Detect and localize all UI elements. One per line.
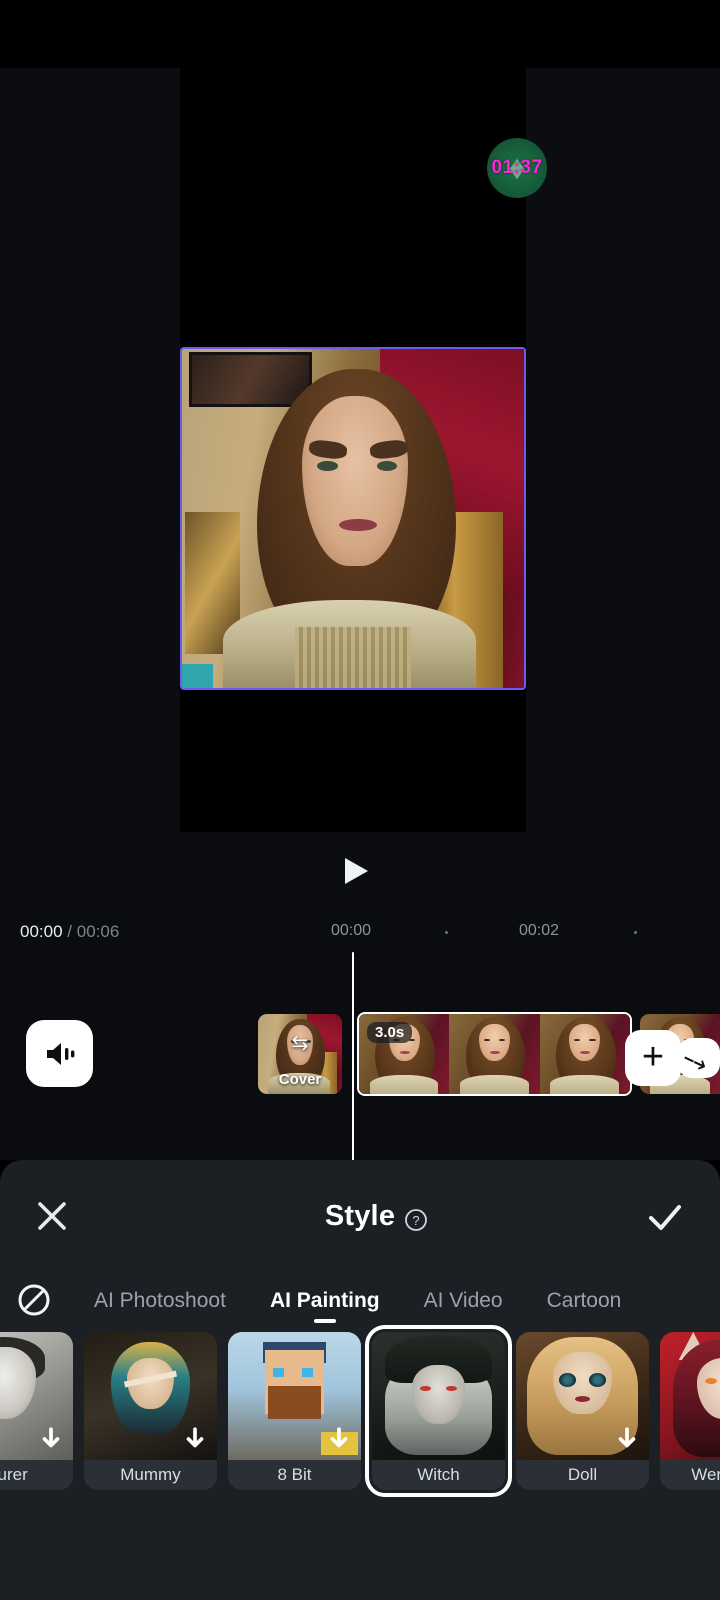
selected-clip[interactable]: 3.0s bbox=[357, 1012, 632, 1096]
style-label: Mummy bbox=[84, 1460, 217, 1490]
download-icon[interactable] bbox=[326, 1426, 352, 1452]
tab-ai-video[interactable]: AI Video bbox=[402, 1289, 525, 1313]
style-item-doll[interactable]: Doll bbox=[516, 1332, 649, 1490]
ruler-label-1: 00:02 bbox=[519, 922, 560, 939]
recording-badge: ♦ 01:37 bbox=[487, 138, 547, 198]
style-item-mummy[interactable]: Mummy bbox=[84, 1332, 217, 1490]
page-title: Style bbox=[324, 1200, 396, 1232]
style-panel: Style ? AI Photoshoot AI Painting AI Vid… bbox=[0, 1160, 720, 1600]
style-label: Durer bbox=[0, 1460, 73, 1490]
confirm-button[interactable] bbox=[642, 1194, 688, 1240]
style-item-8-bit[interactable]: 8 Bit bbox=[228, 1332, 361, 1490]
tab-ai-painting[interactable]: AI Painting bbox=[248, 1289, 402, 1313]
add-clip-label: + bbox=[641, 1035, 665, 1078]
ruler-label-0: 00:00 bbox=[331, 922, 372, 939]
badge-timer-label: 01:37 bbox=[491, 157, 543, 178]
swap-icon: ⇆ bbox=[291, 1032, 309, 1055]
help-button[interactable]: ? bbox=[404, 1208, 428, 1237]
style-label: Witch bbox=[372, 1460, 505, 1490]
tab-cartoon[interactable]: Cartoon bbox=[525, 1289, 644, 1313]
style-label: Werewolf bbox=[660, 1460, 720, 1490]
style-list[interactable]: Durer Mummy 8 Bit bbox=[0, 1325, 720, 1497]
clip-duration-label: 3.0s bbox=[367, 1022, 413, 1043]
no-style-button[interactable] bbox=[16, 1282, 52, 1318]
check-icon bbox=[649, 1205, 681, 1230]
timeline: 00:00 / 00:06 00:00 00:02 ⇆ Cover 3.0s ⤍… bbox=[0, 900, 720, 1162]
style-label: 8 Bit bbox=[228, 1460, 361, 1490]
tab-ai-photoshoot[interactable]: AI Photoshoot bbox=[72, 1289, 248, 1313]
tab-list: AI Photoshoot AI Painting AI Video Carto… bbox=[72, 1270, 720, 1332]
download-icon[interactable] bbox=[38, 1426, 64, 1452]
add-clip-button[interactable]: + bbox=[625, 1030, 681, 1086]
style-thumbnail bbox=[660, 1332, 720, 1460]
download-icon[interactable] bbox=[182, 1426, 208, 1452]
clip-frame-2 bbox=[449, 1014, 540, 1094]
app-screen: ♦ 01:37 00:00 / 00:06 00:00 00:02 ⇆ Cove… bbox=[0, 0, 720, 1600]
style-label: Doll bbox=[516, 1460, 649, 1490]
style-thumbnail bbox=[372, 1332, 505, 1460]
style-item-werewolf[interactable]: Werewolf bbox=[660, 1332, 720, 1490]
cover-clip[interactable]: ⇆ Cover bbox=[258, 1014, 342, 1094]
none-icon bbox=[18, 1284, 50, 1316]
style-item-witch[interactable]: Witch bbox=[365, 1325, 512, 1497]
status-bar bbox=[0, 0, 720, 68]
clip-frame-3 bbox=[539, 1014, 630, 1094]
timeline-track[interactable]: ⇆ Cover 3.0s ⤍ + bbox=[0, 1010, 720, 1098]
play-button[interactable] bbox=[340, 855, 372, 887]
selected-media-frame[interactable] bbox=[180, 347, 526, 690]
preview-stage: ♦ 01:37 bbox=[0, 68, 720, 900]
style-tabs: AI Photoshoot AI Painting AI Video Carto… bbox=[0, 1270, 720, 1332]
svg-text:?: ? bbox=[412, 1213, 419, 1228]
download-icon[interactable] bbox=[614, 1426, 640, 1452]
cover-label: Cover bbox=[278, 1071, 322, 1088]
style-item-durer[interactable]: Durer bbox=[0, 1332, 73, 1490]
ruler-tick-2 bbox=[634, 931, 637, 934]
question-circle-icon: ? bbox=[405, 1209, 427, 1231]
preview-image bbox=[182, 349, 524, 688]
ruler-tick-1 bbox=[445, 931, 448, 934]
timeline-ruler[interactable]: 00:00 00:02 bbox=[0, 922, 720, 944]
panel-header: Style ? bbox=[0, 1160, 720, 1270]
